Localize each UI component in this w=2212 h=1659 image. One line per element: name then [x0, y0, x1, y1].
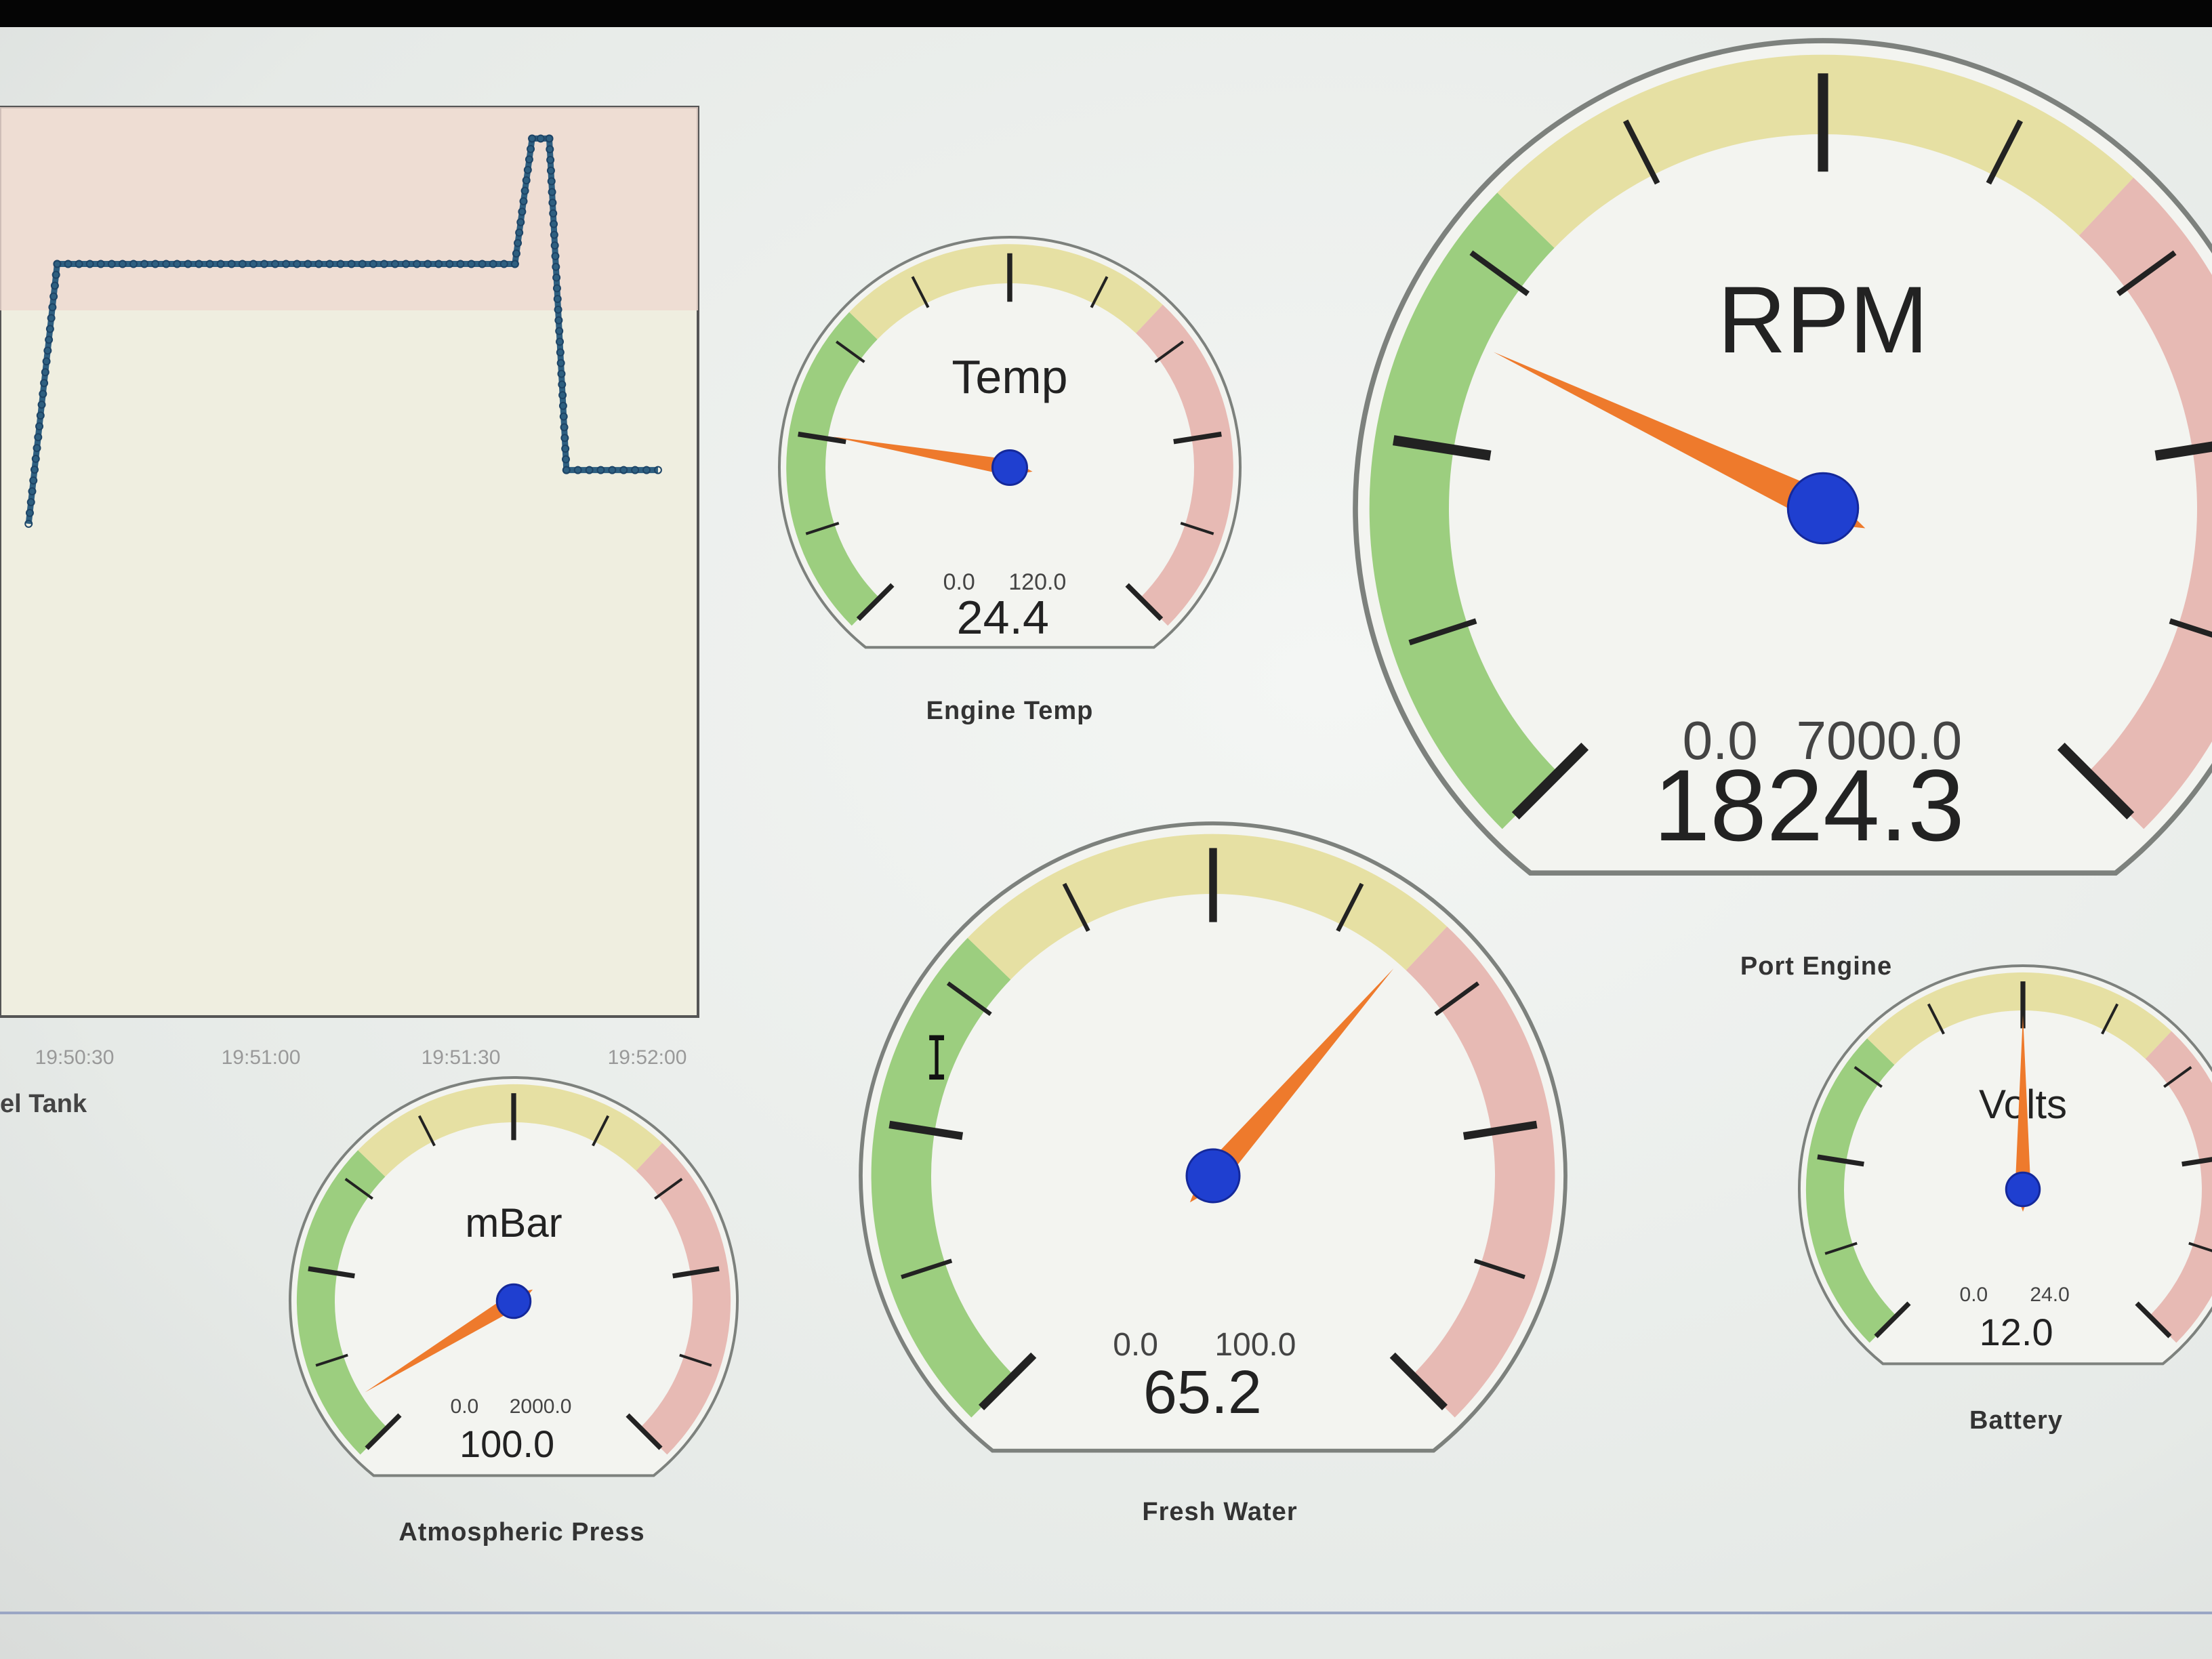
atmospheric-press-title: mBar	[465, 1200, 562, 1246]
port-engine-title: RPM	[1717, 266, 1928, 373]
gauges-layer: RPM0.0 7000.01824.3 Temp0.0 120.024.4 0.0 100…	[289, 38, 2212, 1477]
fresh-water-caption: Fresh Water	[1142, 1498, 1298, 1526]
engine-temp-hub	[991, 449, 1028, 486]
fresh-water-value: 65.2	[1143, 1359, 1262, 1427]
fresh-water-min-label: 0.0	[1113, 1327, 1158, 1363]
atmospheric-press-gauge: mBar 0.0 2000.0 100.0	[289, 1076, 739, 1477]
atmospheric-press-value: 100.0	[459, 1422, 554, 1465]
port-engine-value: 1824.3	[1654, 748, 1965, 862]
atmospheric-press-min-label: 0.0	[451, 1395, 479, 1418]
fresh-water-hub	[1185, 1148, 1241, 1204]
atmospheric-press-hub	[495, 1283, 532, 1319]
engine-temp-gauge: Temp0.0 120.024.4	[778, 236, 1242, 649]
battery-min-label: 0.0	[1960, 1284, 1988, 1306]
battery-hub	[2005, 1171, 2041, 1208]
window-bottom-edge	[0, 1612, 2212, 1614]
battery-value: 12.0	[1980, 1311, 2053, 1353]
port-engine-gauge: RPM0.0 7000.01824.3	[1353, 38, 2212, 876]
port-engine-caption: Port Engine	[1740, 952, 1893, 981]
fresh-water-gauge: 0.0 100.065.2	[859, 821, 1568, 1453]
battery-caption: Battery	[1969, 1406, 2063, 1435]
engine-temp-title: Temp	[951, 350, 1067, 403]
atmospheric-press-max-label: 2000.0	[510, 1395, 572, 1418]
battery-gauge: Volts0.024.012.0	[1798, 964, 2212, 1366]
atmospheric-press-caption: Atmospheric Press	[398, 1518, 645, 1547]
text-cursor-icon: I	[925, 1023, 948, 1094]
battery-max-label: 24.0	[2030, 1284, 2069, 1306]
engine-temp-value: 24.4	[957, 591, 1049, 644]
port-engine-hub	[1786, 472, 1860, 545]
engine-temp-caption: Engine Temp	[926, 697, 1094, 725]
fresh-water-max-label: 100.0	[1214, 1327, 1296, 1363]
